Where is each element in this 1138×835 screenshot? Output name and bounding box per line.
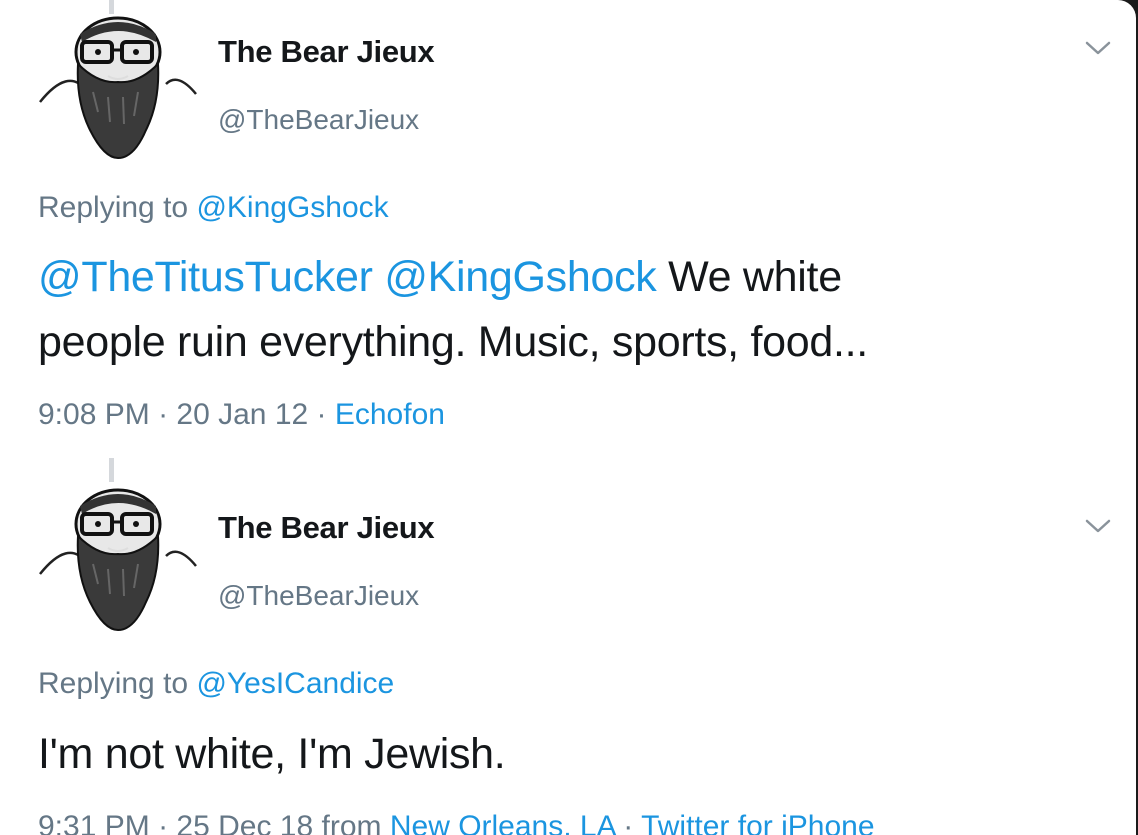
tweet-meta: 9:08 PM · 20 Jan 12 · Echofon — [38, 398, 445, 432]
bearded-man-avatar-icon — [39, 16, 197, 160]
meta-separator: · — [614, 810, 642, 835]
chevron-down-icon[interactable] — [1084, 38, 1112, 58]
bearded-man-avatar-icon — [39, 488, 197, 632]
meta-separator: · — [149, 810, 177, 835]
display-name[interactable]: The Bear Jieux — [218, 34, 435, 70]
replying-to-label: Replying to — [38, 667, 197, 700]
meta-separator: · — [149, 398, 177, 431]
from-label: from — [313, 810, 390, 835]
thread-line-middle — [109, 458, 114, 482]
replying-to-mention[interactable]: @YesICandice — [196, 667, 394, 700]
chevron-down-icon[interactable] — [1084, 516, 1112, 536]
meta-separator: · — [308, 398, 335, 431]
display-name[interactable]: The Bear Jieux — [218, 510, 435, 546]
tweet-date[interactable]: 25 Dec 18 — [176, 810, 313, 835]
tweet-time[interactable]: 9:31 PM — [38, 810, 150, 835]
tweet-location-link[interactable]: New Orleans, LA — [390, 810, 615, 835]
replying-to-mention[interactable]: @KingGshock — [196, 191, 388, 224]
tweet-text: I'm not white, I'm Jewish. — [38, 730, 506, 778]
tweet-source-link[interactable]: Echofon — [335, 398, 445, 431]
replying-to-label: Replying to — [38, 191, 197, 224]
replying-to: Replying to @YesICandice — [38, 667, 394, 701]
user-handle[interactable]: @TheBearJieux — [218, 104, 419, 136]
replying-to: Replying to @KingGshock — [38, 191, 389, 225]
avatar[interactable] — [38, 12, 198, 162]
tweet-text-line1: We white — [656, 253, 842, 301]
mention-link[interactable]: @TheTitusTucker — [38, 253, 373, 301]
tweet-thread: The Bear Jieux @TheBearJieux Replying to… — [0, 0, 1136, 835]
tweet-date[interactable]: 20 Jan 12 — [176, 398, 308, 431]
tweet-text-line2: people ruin everything. Music, sports, f… — [38, 318, 868, 366]
tweet-text: @TheTitusTucker @KingGshock We white peo… — [38, 245, 868, 375]
user-handle[interactable]: @TheBearJieux — [218, 580, 419, 612]
avatar[interactable] — [38, 484, 198, 634]
tweet-time[interactable]: 9:08 PM — [38, 398, 150, 431]
tweet-meta: 9:31 PM · 25 Dec 18 from New Orleans, LA… — [38, 810, 875, 835]
tweet-source-link[interactable]: Twitter for iPhone — [641, 810, 874, 835]
mention-link[interactable]: @KingGshock — [384, 253, 657, 301]
